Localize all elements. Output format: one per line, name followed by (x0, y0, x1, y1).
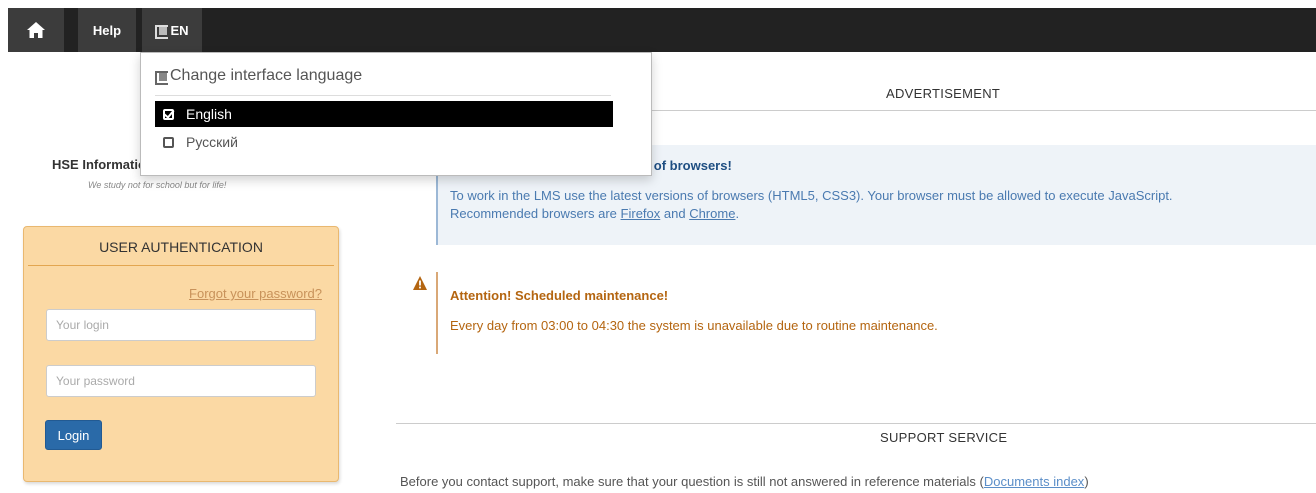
browser-notice-suffix: . (735, 206, 740, 221)
language-dropdown-title-text: Change interface language (170, 67, 363, 84)
maintenance-text: Every day from 03:00 to 04:30 the system… (450, 318, 938, 333)
language-flag-icon (155, 24, 169, 39)
login-input[interactable] (46, 309, 316, 341)
maintenance-accent-bar (436, 272, 438, 354)
chrome-link[interactable]: Chrome (689, 206, 735, 221)
browser-notice-text: To work in the LMS use the latest versio… (450, 187, 1173, 223)
auth-panel-title: USER AUTHENTICATION (99, 239, 263, 255)
forgot-password-link[interactable]: Forgot your password? (189, 286, 322, 301)
firefox-link[interactable]: Firefox (621, 206, 661, 221)
browser-notice-line1: To work in the LMS use the latest versio… (450, 188, 1173, 203)
documents-index-link[interactable]: Documents index (984, 474, 1084, 489)
site-motto: We study not for school but for life! (88, 180, 227, 190)
browser-notice-line2: Recommended browsers are Firefox and Chr… (450, 205, 1173, 223)
login-button[interactable]: Login (45, 420, 102, 450)
browser-notice-and: and (660, 206, 690, 221)
language-option-label: English (186, 106, 232, 122)
support-divider (396, 423, 1316, 424)
checkbox-checked-icon (163, 108, 174, 120)
language-button[interactable]: EN (142, 8, 202, 52)
auth-panel: USER AUTHENTICATION Forgot your password… (23, 226, 339, 482)
language-option-label: Русский (186, 134, 238, 150)
support-text-prefix: Before you contact support, make sure th… (400, 474, 984, 489)
support-text-suffix: ) (1084, 474, 1089, 489)
language-dropdown-title: Change interface language (155, 67, 362, 85)
language-flag-icon (155, 70, 168, 85)
support-heading: SUPPORT SERVICE (880, 430, 1008, 445)
support-text: Before you contact support, make sure th… (400, 474, 1089, 489)
language-option-russian[interactable]: Русский (155, 129, 613, 155)
auth-panel-divider (28, 265, 334, 266)
dropdown-divider (155, 95, 611, 96)
checkbox-empty-icon (163, 136, 174, 148)
language-option-english[interactable]: English (155, 101, 613, 127)
maintenance-title: Attention! Scheduled maintenance! (450, 288, 669, 303)
advertisement-heading: ADVERTISEMENT (886, 86, 1001, 101)
help-button[interactable]: Help (78, 8, 136, 52)
browser-notice-prefix: Recommended browsers are (450, 206, 621, 221)
language-dropdown: Change interface language English Русски… (140, 52, 652, 176)
warning-icon (413, 276, 427, 290)
password-input[interactable] (46, 365, 316, 397)
language-code: EN (170, 22, 189, 38)
home-button[interactable] (8, 8, 64, 52)
home-icon (27, 22, 45, 38)
top-navbar: Help EN (8, 8, 1316, 52)
